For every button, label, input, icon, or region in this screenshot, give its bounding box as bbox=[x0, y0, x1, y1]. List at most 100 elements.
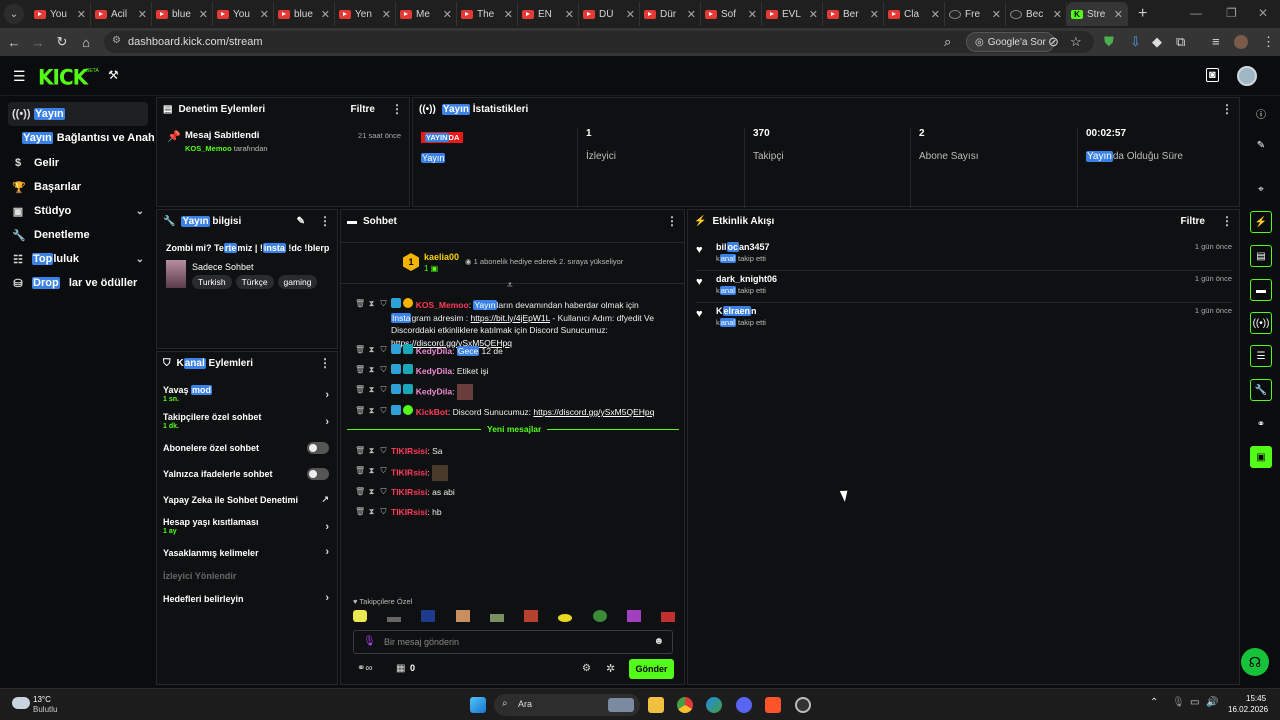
emote-icon[interactable] bbox=[387, 617, 402, 622]
emote-icon[interactable] bbox=[524, 610, 539, 622]
diamond-extension-icon[interactable]: ◆ bbox=[1152, 34, 1162, 50]
volume-icon[interactable]: 🔊 bbox=[1206, 697, 1218, 708]
sidebar-item-drops[interactable]: ⛁ Drop lar ve ödüller bbox=[8, 271, 148, 295]
rail-lightning-icon[interactable]: ⚡ bbox=[1250, 211, 1272, 233]
rail-broadcast-icon[interactable]: ((•)) bbox=[1250, 312, 1272, 334]
tab-close-icon[interactable]: ✕ bbox=[626, 8, 635, 21]
tab-close-icon[interactable]: ✕ bbox=[443, 8, 452, 21]
delete-icon[interactable]: 🗑 bbox=[355, 384, 365, 397]
profile-avatar[interactable] bbox=[1234, 35, 1248, 49]
store-icon[interactable]: ▦ bbox=[396, 663, 405, 674]
download-extension-icon[interactable]: ⇩ bbox=[1130, 34, 1141, 50]
stream-tag[interactable]: Turkish bbox=[192, 275, 232, 289]
emote-icon[interactable] bbox=[592, 610, 607, 622]
emote-icon[interactable] bbox=[558, 614, 573, 622]
chat-username[interactable]: KedyDila bbox=[416, 386, 452, 396]
timeout-icon[interactable]: ⧗ bbox=[367, 506, 376, 519]
delete-icon[interactable]: 🗑 bbox=[355, 298, 365, 311]
tab-close-icon[interactable]: ✕ bbox=[321, 8, 330, 21]
browser-tab[interactable]: Ber ✕ bbox=[823, 2, 884, 26]
stream-tag[interactable]: gaming bbox=[277, 275, 318, 289]
mic-tray-icon[interactable]: 🎙 bbox=[1172, 697, 1185, 708]
timeout-icon[interactable]: ⧗ bbox=[367, 465, 376, 478]
ai-mod-item[interactable]: Yapay Zeka ile Sohbet Denetimi ↗ bbox=[163, 494, 335, 505]
delete-icon[interactable]: 🗑 bbox=[355, 465, 365, 478]
tab-close-icon[interactable]: ✕ bbox=[992, 8, 1001, 21]
browser-tab[interactable]: blue ✕ bbox=[152, 2, 213, 26]
timeout-icon[interactable]: ⧗ bbox=[367, 445, 376, 458]
chat-username[interactable]: KOS_Memoo bbox=[416, 300, 469, 310]
channel-actions-more-icon[interactable]: ⋮ bbox=[319, 356, 331, 370]
ban-icon[interactable]: ⛉ bbox=[379, 445, 388, 458]
browser-tab[interactable]: You ✕ bbox=[30, 2, 91, 26]
hammer-icon[interactable]: ⚒ bbox=[108, 68, 119, 82]
chat-username[interactable]: TIKIRsisi bbox=[391, 487, 427, 497]
tab-close-icon[interactable]: ✕ bbox=[504, 8, 513, 21]
chat-settings-icon[interactable]: ⚙ bbox=[582, 663, 591, 674]
activity-item[interactable]: ♥ bilocan3457 kanal takip etti 1 gün önce bbox=[696, 242, 1232, 263]
tab-search-menu-icon[interactable]: ⌄ bbox=[4, 4, 24, 24]
windows-start-icon[interactable] bbox=[470, 697, 486, 713]
stream-info-more-icon[interactable]: ⋮ bbox=[319, 214, 331, 228]
forward-icon[interactable]: → bbox=[26, 35, 50, 50]
emote-icon[interactable] bbox=[455, 610, 470, 622]
ban-icon[interactable]: ⛉ bbox=[379, 486, 388, 499]
rail-stack-icon[interactable]: ☰ bbox=[1250, 345, 1272, 367]
reload-icon[interactable]: ↻ bbox=[50, 34, 74, 50]
category-name[interactable]: Sadece Sohbet bbox=[192, 262, 254, 272]
tab-close-icon[interactable]: ✕ bbox=[1114, 8, 1123, 21]
leaderboard-user[interactable]: kaelia00 bbox=[424, 252, 459, 262]
weather-temp[interactable]: 13°C bbox=[33, 695, 51, 704]
chat-link[interactable]: https://discord.gg/ySxM5QEHpq bbox=[533, 407, 654, 417]
chrome-icon[interactable] bbox=[677, 697, 693, 713]
clock-date[interactable]: 16.02.2026 bbox=[1228, 705, 1268, 714]
chat-more-icon[interactable]: ⋮ bbox=[666, 214, 678, 228]
browser-tab[interactable]: EN ✕ bbox=[518, 2, 579, 26]
browser-tab[interactable]: Acil ✕ bbox=[91, 2, 152, 26]
activity-more-icon[interactable]: ⋮ bbox=[1221, 214, 1233, 228]
rail-chat-icon[interactable]: ▬ bbox=[1250, 279, 1272, 301]
discord-icon[interactable] bbox=[736, 697, 752, 713]
rail-wrench-icon[interactable]: 🔧 bbox=[1250, 379, 1272, 401]
tray-chevron-icon[interactable]: ⌃ bbox=[1150, 697, 1158, 708]
tab-close-icon[interactable]: ✕ bbox=[748, 8, 757, 21]
banned-words-item[interactable]: Yasaklanmış kelimeler › bbox=[163, 546, 335, 558]
goals-item[interactable]: Hedefleri belirleyin › bbox=[163, 592, 335, 604]
network-icon[interactable]: ▭ bbox=[1190, 697, 1199, 708]
stream-tag[interactable]: Türkçe bbox=[235, 275, 274, 289]
chat-link[interactable]: https://bit.ly/4jEpW1L bbox=[470, 313, 550, 323]
new-tab-icon[interactable]: + bbox=[1138, 5, 1147, 23]
browser-tab[interactable]: blue ✕ bbox=[274, 2, 335, 26]
emote-icon[interactable] bbox=[626, 610, 641, 622]
browser-tab[interactable]: EVL ✕ bbox=[762, 2, 823, 26]
ban-icon[interactable]: ⛉ bbox=[379, 298, 388, 311]
ban-icon[interactable]: ⛉ bbox=[379, 506, 388, 519]
send-button[interactable]: Gönder bbox=[629, 659, 674, 679]
age-limit-item[interactable]: Hesap yaşı kısıtlaması 1 ay › bbox=[163, 517, 335, 535]
edit-pencil-icon[interactable]: ✎ bbox=[1250, 134, 1272, 156]
delete-icon[interactable]: 🗑 bbox=[355, 405, 365, 418]
subs-only-toggle[interactable] bbox=[307, 442, 329, 454]
opera-icon[interactable] bbox=[795, 697, 811, 713]
mod-more-icon[interactable]: ⋮ bbox=[391, 102, 403, 116]
sidebar-item-yayin[interactable]: ((•)) Yayın bbox=[8, 102, 148, 126]
shield-extension-icon[interactable]: ⛊ bbox=[1104, 34, 1114, 50]
mod-filter-button[interactable]: Filtre bbox=[351, 104, 375, 115]
timeout-icon[interactable]: ⧗ bbox=[367, 384, 376, 397]
tab-close-icon[interactable]: ✕ bbox=[260, 8, 269, 21]
emote-icon[interactable] bbox=[353, 610, 367, 622]
rail-drops-icon[interactable]: ⚭ bbox=[1250, 413, 1272, 435]
browser-tab[interactable]: The ✕ bbox=[457, 2, 518, 26]
browser-tab[interactable]: Stre ✕ bbox=[1067, 2, 1128, 26]
tab-close-icon[interactable]: ✕ bbox=[870, 8, 879, 21]
file-explorer-icon[interactable] bbox=[648, 697, 664, 713]
rail-log-icon[interactable]: ▤ bbox=[1250, 245, 1272, 267]
category-thumbnail[interactable] bbox=[166, 260, 186, 288]
sidebar-item-basarilar[interactable]: 🏆 Başarılar bbox=[8, 175, 148, 199]
taskbar-search[interactable]: ⌕ Ara bbox=[494, 694, 640, 716]
edge-icon[interactable] bbox=[706, 697, 722, 713]
delete-icon[interactable]: 🗑 bbox=[355, 506, 365, 519]
kick-logo[interactable]: KICK bbox=[38, 64, 88, 89]
timeout-icon[interactable]: ⧗ bbox=[367, 298, 376, 311]
sidebar-item-topluluk[interactable]: ☷ Topluluk ⌄ bbox=[8, 247, 148, 271]
